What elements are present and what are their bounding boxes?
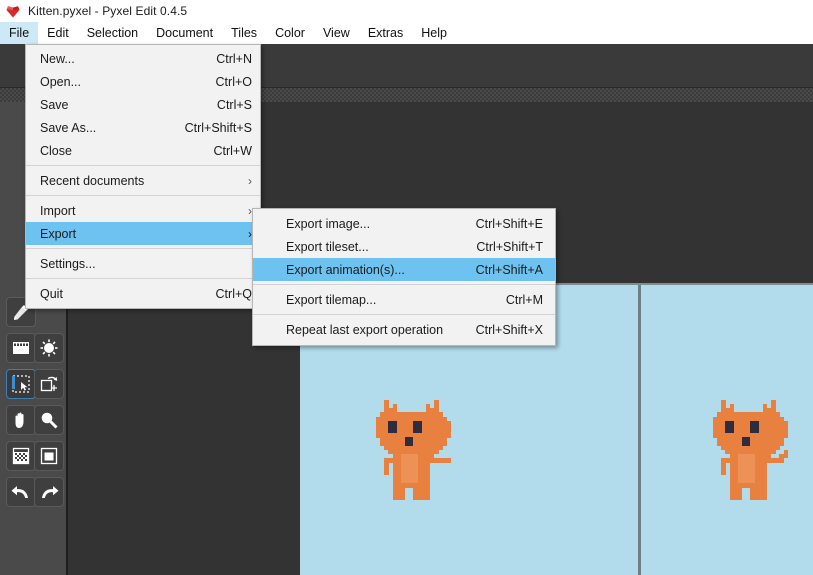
sprite-pixel xyxy=(446,433,452,438)
file-menu-dropdown[interactable]: New... Ctrl+N Open... Ctrl+O Save Ctrl+S… xyxy=(25,44,261,309)
window-title: Kitten.pyxel - Pyxel Edit 0.4.5 xyxy=(28,4,188,18)
menu-separator xyxy=(253,284,555,285)
sprite-pixel xyxy=(771,449,776,455)
redo-arrow-icon xyxy=(42,486,59,498)
menu-bar: File Edit Selection Document Tiles Color… xyxy=(0,22,813,44)
menu-tiles[interactable]: Tiles xyxy=(222,22,266,44)
sprite-pixel xyxy=(434,449,439,455)
transform-tile-icon xyxy=(40,376,58,392)
menu-separator xyxy=(26,278,260,279)
export-submenu-dropdown[interactable]: Export image... Ctrl+Shift+E Export tile… xyxy=(252,208,556,346)
menu-item-save-as[interactable]: Save As... Ctrl+Shift+S xyxy=(26,116,260,139)
sprite-pixel xyxy=(783,453,789,459)
sprite-pixel xyxy=(721,470,726,476)
menu-view[interactable]: View xyxy=(314,22,359,44)
menu-item-close[interactable]: Close Ctrl+W xyxy=(26,139,260,162)
sprite-pixel xyxy=(400,495,406,500)
menu-item-save[interactable]: Save Ctrl+S xyxy=(26,93,260,116)
sprite-pixel xyxy=(442,441,447,447)
sprite-pixel xyxy=(446,458,452,463)
pyxel-edit-window: Kitten.pyxel - Pyxel Edit 0.4.5 File Edi… xyxy=(0,0,813,575)
tool-checker-fill[interactable] xyxy=(6,441,36,471)
sprite-kitten-frame-1[interactable] xyxy=(376,400,476,535)
tool-pattern-sun[interactable] xyxy=(34,333,64,363)
sprite-pixel xyxy=(779,441,784,447)
sprite-pixel xyxy=(438,445,443,451)
menu-edit[interactable]: Edit xyxy=(38,22,78,44)
menu-item-repeat-last-export[interactable]: Repeat last export operation Ctrl+Shift+… xyxy=(253,318,555,341)
tool-pan-hand[interactable] xyxy=(6,405,36,435)
menu-item-recent-documents[interactable]: Recent documents › xyxy=(26,169,260,192)
menu-separator xyxy=(26,195,260,196)
menu-separator xyxy=(26,165,260,166)
sprite-pixel xyxy=(425,495,431,500)
sprite-kitten-frame-2[interactable] xyxy=(713,400,813,535)
menu-file[interactable]: File xyxy=(0,22,39,44)
hand-icon xyxy=(15,412,24,428)
sprite-pixel xyxy=(775,445,780,451)
pattern-sun-icon xyxy=(40,339,58,357)
menu-item-quit[interactable]: Quit Ctrl+Q xyxy=(26,282,260,305)
tileset-stamp-icon xyxy=(13,342,29,354)
frame-divider xyxy=(638,285,641,575)
tool-rect-select[interactable] xyxy=(6,369,36,399)
menu-selection[interactable]: Selection xyxy=(78,22,147,44)
chevron-right-icon: › xyxy=(248,226,252,241)
menu-item-settings[interactable]: Settings... xyxy=(26,252,260,275)
menu-item-export-tilemap[interactable]: Export tilemap... Ctrl+M xyxy=(253,288,555,311)
tool-undo[interactable] xyxy=(6,477,36,507)
menu-separator xyxy=(26,248,260,249)
sprite-pixel xyxy=(783,433,789,438)
tool-redo[interactable] xyxy=(34,477,64,507)
frame-border-icon xyxy=(40,447,58,465)
menu-item-export[interactable]: Export › xyxy=(26,222,260,245)
menu-item-import[interactable]: Import › xyxy=(26,199,260,222)
menu-item-export-image[interactable]: Export image... Ctrl+Shift+E xyxy=(253,212,555,235)
chevron-right-icon: › xyxy=(248,203,252,218)
menu-item-new[interactable]: New... Ctrl+N xyxy=(26,47,260,70)
dither-checker-icon xyxy=(12,447,30,465)
title-bar: Kitten.pyxel - Pyxel Edit 0.4.5 xyxy=(0,0,813,22)
menu-separator xyxy=(253,314,555,315)
sprite-pixel xyxy=(779,458,784,463)
menu-color[interactable]: Color xyxy=(266,22,314,44)
sprite-pixel xyxy=(762,495,768,500)
menu-item-export-animations[interactable]: Export animation(s)... Ctrl+Shift+A xyxy=(253,258,555,281)
tool-transform[interactable] xyxy=(34,369,64,399)
sprite-pixel xyxy=(384,470,389,476)
menu-help[interactable]: Help xyxy=(412,22,456,44)
menu-item-export-tileset[interactable]: Export tileset... Ctrl+Shift+T xyxy=(253,235,555,258)
tool-zoom-magnifier[interactable] xyxy=(34,405,64,435)
undo-arrow-icon xyxy=(11,486,28,498)
magnifier-icon xyxy=(41,412,58,429)
ruby-heart-icon xyxy=(5,3,21,19)
sprite-pixel xyxy=(737,495,743,500)
menu-item-open[interactable]: Open... Ctrl+O xyxy=(26,70,260,93)
tool-tileset-stamp[interactable] xyxy=(6,333,36,363)
menu-document[interactable]: Document xyxy=(147,22,222,44)
rect-select-icon xyxy=(12,375,30,393)
chevron-right-icon: › xyxy=(248,173,252,188)
tool-frame-border[interactable] xyxy=(34,441,64,471)
menu-extras[interactable]: Extras xyxy=(359,22,412,44)
